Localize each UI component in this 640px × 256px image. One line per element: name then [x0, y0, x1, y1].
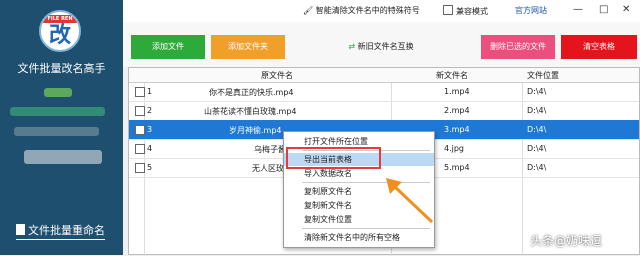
row-checkbox[interactable]	[135, 87, 145, 97]
table-row[interactable]: 2 山茶花读不懂白玫瑰.mp4 2.mp4 D:\4\	[129, 101, 639, 121]
cell-new-name: 5.mp4	[444, 163, 470, 172]
delete-selected-button[interactable]: 删除已选的文件	[481, 35, 555, 59]
row-number: 4	[147, 144, 153, 153]
row-number: 3	[147, 125, 153, 134]
logo-glyph: 改	[48, 23, 71, 48]
swap-names-label: 新旧文件名互换	[357, 42, 414, 51]
document-icon	[16, 224, 25, 235]
table-header: 原文件名 新文件名 文件位置	[129, 68, 639, 83]
pointer-arrow-icon	[386, 178, 434, 224]
blurred-text	[14, 127, 99, 136]
blurred-text	[10, 107, 105, 116]
action-bar: 添加文件 添加文件夹 ⇄ 新旧文件名互换 删除已选的文件 清空表格	[123, 22, 640, 67]
row-number: 1	[147, 87, 153, 96]
cell-new-name: 1.mp4	[444, 87, 470, 96]
cell-original-name: 山茶花读不懂白玫瑰.mp4	[204, 107, 297, 116]
cell-new-name: 4.jpg	[444, 144, 465, 153]
smart-clean-button[interactable]: 🖌 智能清除文件名中的特殊符号	[303, 5, 420, 16]
blurred-text	[44, 88, 72, 97]
cell-original-name: 岁月神偷.mp4	[229, 126, 282, 135]
row-number: 2	[147, 106, 153, 115]
sidebar: FILE REN 改 文件批量改名高手 文件批量重命名	[0, 0, 123, 255]
maximize-button[interactable]: □	[599, 4, 608, 15]
swap-icon: ⇄	[348, 42, 356, 51]
add-folder-button[interactable]: 添加文件夹	[211, 35, 285, 59]
logo-ribbon: FILE REN	[41, 15, 79, 23]
app-logo: FILE REN 改	[39, 10, 81, 52]
cell-location: D:\4\	[527, 163, 547, 172]
header-file-location[interactable]: 文件位置	[527, 70, 559, 81]
close-button[interactable]: ✕	[622, 4, 630, 15]
compat-mode-label: 兼容模式	[456, 7, 488, 16]
header-new-name[interactable]: 新文件名	[436, 70, 468, 81]
minimize-button[interactable]: —	[573, 4, 583, 15]
menu-clear-spaces[interactable]: 清除新文件名中的所有空格	[284, 231, 434, 244]
brush-icon: 🖌	[303, 6, 314, 15]
cell-new-name: 3.mp4	[444, 125, 470, 134]
cell-location: D:\4\	[527, 87, 547, 96]
row-checkbox[interactable]	[135, 163, 145, 173]
checkbox-icon	[443, 5, 453, 15]
highlight-box	[286, 147, 381, 169]
blurred-text	[24, 150, 102, 164]
swap-names-button[interactable]: ⇄ 新旧文件名互换	[331, 35, 431, 59]
cell-location: D:\4\	[527, 144, 547, 153]
cell-new-name: 2.mp4	[444, 106, 470, 115]
cell-location: D:\4\	[527, 106, 547, 115]
website-link[interactable]: 官方网站	[515, 5, 547, 16]
nav-batch-rename[interactable]: 文件批量重命名	[16, 222, 105, 240]
add-file-button[interactable]: 添加文件	[131, 35, 205, 59]
cell-original-name: 乌梅子酱	[254, 145, 286, 154]
nav-batch-rename-label: 文件批量重命名	[28, 224, 105, 237]
top-toolbar: 🖌 智能清除文件名中的特殊符号 兼容模式 官方网站 — □ ✕	[123, 0, 640, 23]
smart-clean-label: 智能清除文件名中的特殊符号	[315, 6, 420, 15]
menu-divider	[302, 228, 430, 229]
row-checkbox[interactable]	[135, 144, 145, 154]
row-checkbox[interactable]	[135, 106, 145, 116]
row-checkbox[interactable]	[135, 125, 145, 135]
header-original-name[interactable]: 原文件名	[261, 70, 293, 81]
cell-original-name: 你不是真正的快乐.mp4	[209, 88, 294, 97]
watermark: 头条@奶味逗	[530, 234, 603, 248]
table-row[interactable]: 1 你不是真正的快乐.mp4 1.mp4 D:\4\	[129, 82, 639, 102]
cell-location: D:\4\	[527, 125, 547, 134]
app-title: 文件批量改名高手	[17, 62, 106, 75]
row-number: 5	[147, 163, 153, 172]
compat-mode-checkbox[interactable]: 兼容模式	[443, 5, 488, 17]
clear-table-button[interactable]: 清空表格	[561, 35, 637, 59]
